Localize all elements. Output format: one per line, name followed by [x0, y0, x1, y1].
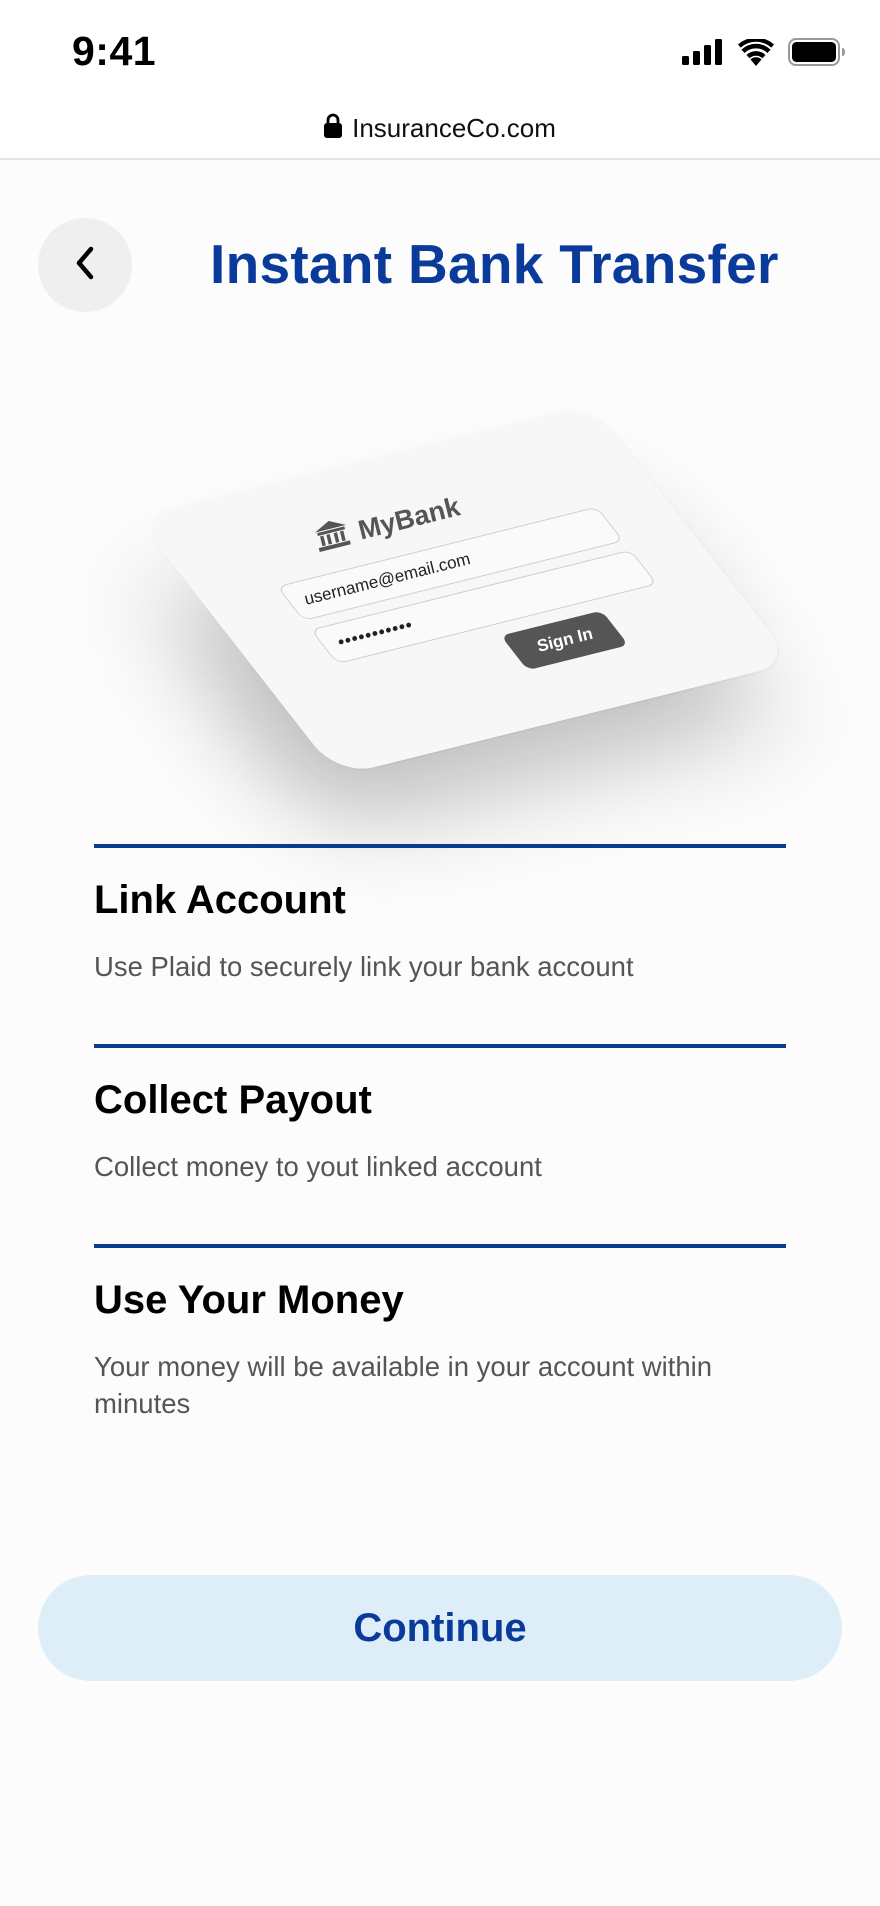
- browser-url-bar[interactable]: InsuranceCo.com: [0, 98, 880, 160]
- instant-bank-transfer-screen: 9:41 InsuranceCo.com Instant Bank Transf…: [0, 0, 880, 1906]
- step-description: Your money will be available in your acc…: [94, 1351, 713, 1420]
- status-time: 9:41: [72, 28, 157, 74]
- status-icons: [682, 37, 846, 71]
- battery-icon: [788, 38, 846, 71]
- bank-name: MyBank: [355, 491, 463, 546]
- bank-login-illustration: MyBank username@email.com ••••••••••• Si…: [0, 360, 880, 840]
- step-description: Use Plaid to securely link your bank acc…: [94, 951, 634, 982]
- url-text: InsuranceCo.com: [352, 112, 556, 143]
- lock-icon: [324, 113, 343, 143]
- status-bar: 9:41: [0, 0, 880, 104]
- illustration-signin-label: Sign In: [534, 623, 595, 656]
- bank-icon: [312, 516, 354, 560]
- step-use-your-money: Use Your Money Your money will be availa…: [94, 1244, 786, 1423]
- step-title: Link Account: [94, 878, 346, 922]
- step-description: Collect money to yout linked account: [94, 1151, 542, 1182]
- step-title: Collect Payout: [94, 1078, 372, 1122]
- back-button[interactable]: [38, 218, 132, 312]
- step-collect-payout: Collect Payout Collect money to yout lin…: [94, 1044, 786, 1185]
- illustration-password-value: •••••••••••: [336, 614, 415, 652]
- step-link-account: Link Account Use Plaid to securely link …: [94, 844, 786, 985]
- illustration-signin-button: Sign In: [500, 610, 629, 671]
- continue-button[interactable]: Continue: [38, 1575, 842, 1681]
- wifi-icon: [738, 37, 774, 71]
- step-title: Use Your Money: [94, 1278, 404, 1322]
- chevron-left-icon: [74, 245, 96, 286]
- cellular-signal-icon: [682, 39, 724, 70]
- page-title: Instant Bank Transfer: [210, 233, 779, 295]
